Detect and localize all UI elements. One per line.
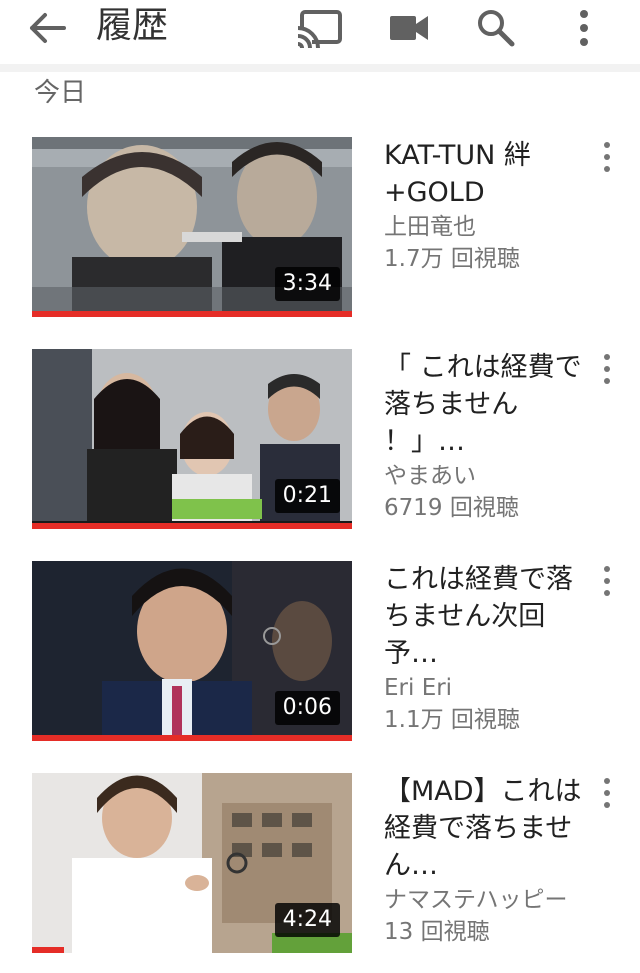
video-list-item[interactable]: 0:06 これは経費で落ちません次回予… Eri Eri 1.1万 回視聴: [0, 561, 640, 751]
duration-badge: 0:06: [274, 691, 340, 725]
video-title[interactable]: これは経費で落ちません次回予…: [384, 561, 594, 672]
video-thumbnail[interactable]: 0:06: [32, 561, 352, 741]
video-title[interactable]: KAT-TUN 絆 +GOLD: [384, 137, 594, 211]
cast-icon[interactable]: [296, 8, 344, 49]
video-meta: これは経費で落ちません次回予… Eri Eri 1.1万 回視聴: [384, 561, 594, 736]
video-camera-icon[interactable]: [388, 10, 430, 46]
view-count: 13 回視聴: [384, 919, 490, 945]
view-count: 6719 回視聴: [384, 495, 519, 521]
video-list-item[interactable]: 4:24 【MAD】これは経費で落ちません… ナマステハッピー 13 回視聴: [0, 773, 640, 963]
channel-name[interactable]: ナマステハッピー: [384, 884, 594, 916]
back-arrow-icon[interactable]: [28, 10, 68, 46]
duration-badge: 3:34: [274, 267, 340, 301]
video-list-item[interactable]: 3:34 KAT-TUN 絆 +GOLD 上田竜也 1.7万 回視聴: [0, 137, 640, 327]
more-options-icon[interactable]: [600, 565, 614, 597]
duration-badge: 0:21: [274, 479, 340, 513]
more-options-icon[interactable]: [600, 353, 614, 385]
duration-badge: 4:24: [274, 903, 340, 937]
channel-name[interactable]: Eri Eri: [384, 672, 594, 704]
video-meta: 【MAD】これは経費で落ちません… ナマステハッピー 13 回視聴: [384, 773, 594, 948]
video-thumbnail[interactable]: 4:24: [32, 773, 352, 953]
channel-name[interactable]: 上田竜也: [384, 211, 594, 243]
view-count: 1.7万 回視聴: [384, 246, 520, 272]
watch-progress-bar: [32, 735, 352, 741]
watch-progress-bar: [32, 311, 352, 317]
video-title[interactable]: 【MAD】これは経費で落ちません…: [384, 773, 594, 884]
watch-progress-bar: [32, 523, 352, 529]
more-options-icon[interactable]: [600, 777, 614, 809]
video-list-item[interactable]: 0:21 「 これは経費で落ちません ！」… やまあい 6719 回視聴: [0, 349, 640, 539]
page-title: 履歴: [96, 5, 169, 46]
video-meta: KAT-TUN 絆 +GOLD 上田竜也 1.7万 回視聴: [384, 137, 594, 275]
video-thumbnail[interactable]: 0:21: [32, 349, 352, 529]
watch-progress-bar: [32, 947, 64, 953]
app-bar: 履歴: [0, 0, 640, 56]
video-title[interactable]: 「 これは経費で落ちません ！」…: [384, 349, 594, 460]
channel-name[interactable]: やまあい: [384, 460, 594, 492]
view-count: 1.1万 回視聴: [384, 707, 520, 733]
section-header-today: 今日: [34, 78, 87, 108]
more-vertical-icon[interactable]: [572, 6, 596, 50]
video-meta: 「 これは経費で落ちません ！」… やまあい 6719 回視聴: [384, 349, 594, 524]
more-options-icon[interactable]: [600, 141, 614, 173]
search-icon[interactable]: [474, 6, 518, 50]
video-thumbnail[interactable]: 3:34: [32, 137, 352, 317]
section-divider: [0, 64, 640, 116]
